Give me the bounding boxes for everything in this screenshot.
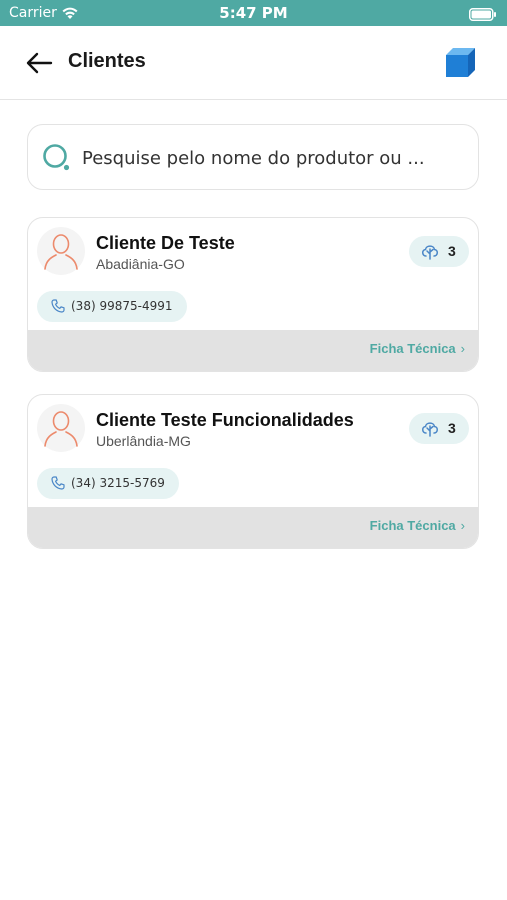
plant-count: 3 (448, 243, 456, 259)
box-icon (446, 48, 475, 77)
phone-icon (51, 299, 65, 313)
person-icon (44, 234, 78, 270)
chevron-right-icon: › (460, 518, 465, 533)
phone-number: (34) 3215-5769 (71, 476, 165, 490)
battery-icon (469, 6, 497, 25)
ficha-tecnica-link[interactable]: Ficha Técnica › (370, 518, 465, 533)
phone-number: (38) 99875-4991 (71, 299, 173, 313)
client-location: Uberlândia-MG (96, 433, 191, 449)
tree-icon (422, 422, 438, 437)
client-name: Cliente De Teste (96, 233, 235, 253)
phone-icon (51, 476, 65, 490)
search-input[interactable] (80, 139, 469, 177)
phone-chip[interactable]: (38) 99875-4991 (37, 291, 187, 322)
plant-count-badge: 3 (409, 413, 469, 444)
back-button[interactable] (22, 48, 56, 78)
person-icon (44, 411, 78, 447)
phone-chip[interactable]: (34) 3215-5769 (37, 468, 179, 499)
clock-time: 5:47 PM (219, 4, 288, 22)
ficha-tecnica-label: Ficha Técnica (369, 341, 456, 356)
top-app-bar: Clientes (0, 26, 507, 100)
client-location: Abadiânia-GO (96, 256, 185, 272)
page-title: Clientes (68, 50, 146, 72)
tree-icon (422, 245, 438, 260)
search-icon (43, 144, 70, 171)
ficha-tecnica-label: Ficha Técnica (369, 518, 456, 533)
card-footer: Ficha Técnica › (28, 330, 478, 371)
plant-count: 3 (448, 420, 456, 436)
arrow-left-icon (26, 52, 53, 74)
plant-count-badge: 3 (409, 236, 469, 267)
avatar (37, 404, 85, 452)
client-name: Cliente Teste Funcionalidades (96, 410, 354, 430)
status-bar: Carrier 5:47 PM (0, 0, 507, 26)
client-card[interactable]: Cliente Teste Funcionalidades Uberlândia… (27, 394, 479, 549)
card-footer: Ficha Técnica › (28, 507, 478, 548)
ficha-tecnica-link[interactable]: Ficha Técnica › (370, 341, 465, 356)
chevron-right-icon: › (460, 341, 465, 356)
avatar (37, 227, 85, 275)
box-button[interactable] (443, 45, 477, 79)
search-bar[interactable] (27, 124, 479, 190)
client-card[interactable]: Cliente De Teste Abadiânia-GO 3 (38) 998… (27, 217, 479, 372)
